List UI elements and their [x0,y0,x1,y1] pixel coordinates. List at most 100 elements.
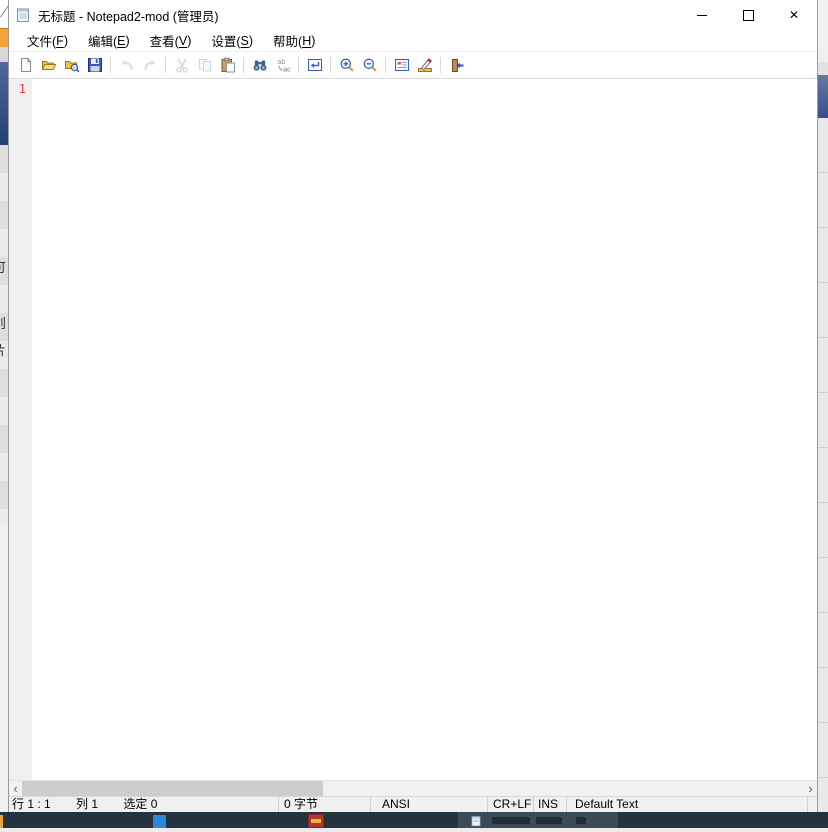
svg-text:ac: ac [283,67,291,74]
clipped-button-text [536,817,562,824]
thumbnail-image [0,62,8,145]
exit-button[interactable] [445,54,468,76]
background-list-rows [0,145,8,525]
scheme-config-button[interactable] [390,54,413,76]
find-button[interactable] [248,54,271,76]
taskbar-app-icon[interactable] [153,815,166,828]
paste-icon [220,57,236,73]
undo-icon [119,57,135,73]
scheme-config-icon [394,57,410,73]
open-file-button[interactable] [37,54,60,76]
customize-schemes-icon [417,57,433,73]
maximize-icon [743,10,754,21]
editor-area: 1 [9,79,817,780]
status-bar: 行 1 : 1 列 1 选定 0 0 字节 ANSI CR+LF INS Def… [9,796,817,812]
word-wrap-icon [307,57,323,73]
exit-icon [449,57,465,73]
status-selection: 选定 0 [123,797,157,812]
paste-button[interactable] [216,54,239,76]
customize-schemes-button[interactable] [413,54,436,76]
background-strip [818,0,828,62]
background-strip [818,62,828,75]
close-icon: ✕ [789,9,799,21]
cut-button [170,54,193,76]
background-list-rows [818,118,828,812]
maximize-button[interactable] [725,0,771,30]
copy-button [193,54,216,76]
taskbar-app-icon[interactable] [308,814,324,828]
zoom-in-icon [339,57,355,73]
toolbar-separator [330,57,331,73]
menu-item-help[interactable]: 帮助(H) [263,30,325,51]
browse-files-button[interactable] [60,54,83,76]
screen: { "window": { "title": "无标题 - Notepad2-m… [0,0,828,828]
cut-icon [174,57,190,73]
open-folder-icon [41,57,57,73]
svg-text:ab: ab [277,59,285,66]
scrollbar-thumb[interactable] [22,781,323,796]
word-wrap-button[interactable] [303,54,326,76]
status-stub [808,797,817,812]
background-corner [0,0,8,28]
status-syntax-scheme[interactable]: Default Text [567,797,808,812]
toolbar-separator [110,57,111,73]
status-byte-count[interactable]: 0 字节 [279,797,371,812]
undo-button [115,54,138,76]
folder-icon [0,28,8,48]
menu-item-file[interactable]: 文件(F) [17,30,78,51]
diagonal-line [0,4,8,18]
line-number-margin[interactable]: 1 [9,79,32,780]
icon-detail [311,819,321,823]
toolbar-separator [298,57,299,73]
toolbar-separator [243,57,244,73]
text-editing-surface[interactable] [32,79,817,780]
browse-files-icon [64,57,80,73]
status-line: 行 1 : 1 [12,797,51,812]
taskbar [0,812,828,828]
scroll-left-arrow[interactable]: ‹ [9,781,22,796]
window-title: 无标题 - Notepad2-mod (管理员) [38,6,679,25]
menu-item-settings[interactable]: 设置(S) [201,30,263,51]
clipped-button-text [492,817,530,824]
background-strip [0,47,8,62]
status-encoding[interactable]: ANSI [371,797,488,812]
status-cursor-position[interactable]: 行 1 : 1 列 1 选定 0 [9,797,279,812]
line-number: 1 [19,82,26,96]
zoom-out-button[interactable] [358,54,381,76]
background-window-right-sliver[interactable] [818,0,828,828]
taskbar-active-window-button[interactable] [458,812,618,828]
taskbar-icon-clipped[interactable] [0,815,3,828]
close-button[interactable]: ✕ [771,0,817,30]
find-icon [252,57,268,73]
background-window-left-sliver[interactable]: 可 则 片 [0,0,8,828]
status-line-ending[interactable]: CR+LF [488,797,534,812]
toolbar-separator [385,57,386,73]
notepad2-window: 无标题 - Notepad2-mod (管理员) ✕ 文件(F) 编辑(E) 查… [8,0,818,812]
zoom-in-button[interactable] [335,54,358,76]
new-document-icon [18,57,34,73]
menu-bar: 文件(F) 编辑(E) 查看(V) 设置(S) 帮助(H) [9,30,817,52]
clipped-text-fragment: 则 [0,316,8,331]
replace-button[interactable]: ab ac [271,54,294,76]
horizontal-scrollbar[interactable]: ‹ › [9,780,817,796]
save-icon [87,57,103,73]
scroll-right-arrow[interactable]: › [804,781,817,796]
title-bar[interactable]: 无标题 - Notepad2-mod (管理员) ✕ [9,0,817,30]
status-insert-mode[interactable]: INS [534,797,567,812]
menu-item-edit[interactable]: 编辑(E) [78,30,140,51]
background-strip [0,525,8,812]
clipped-text-fragment: 可 [0,260,8,275]
redo-button [138,54,161,76]
save-button[interactable] [83,54,106,76]
clipped-text-fragment: 片 [0,343,8,358]
zoom-out-icon [362,57,378,73]
menu-item-view[interactable]: 查看(V) [140,30,202,51]
notepad-app-icon [15,7,31,23]
status-column: 列 1 [76,797,98,812]
toolbar: ab ac [9,52,817,79]
minimize-button[interactable] [679,0,725,30]
new-file-button[interactable] [14,54,37,76]
minimize-icon [697,15,707,16]
notepad-taskbar-icon [470,814,482,832]
clipped-button-text [576,817,586,824]
